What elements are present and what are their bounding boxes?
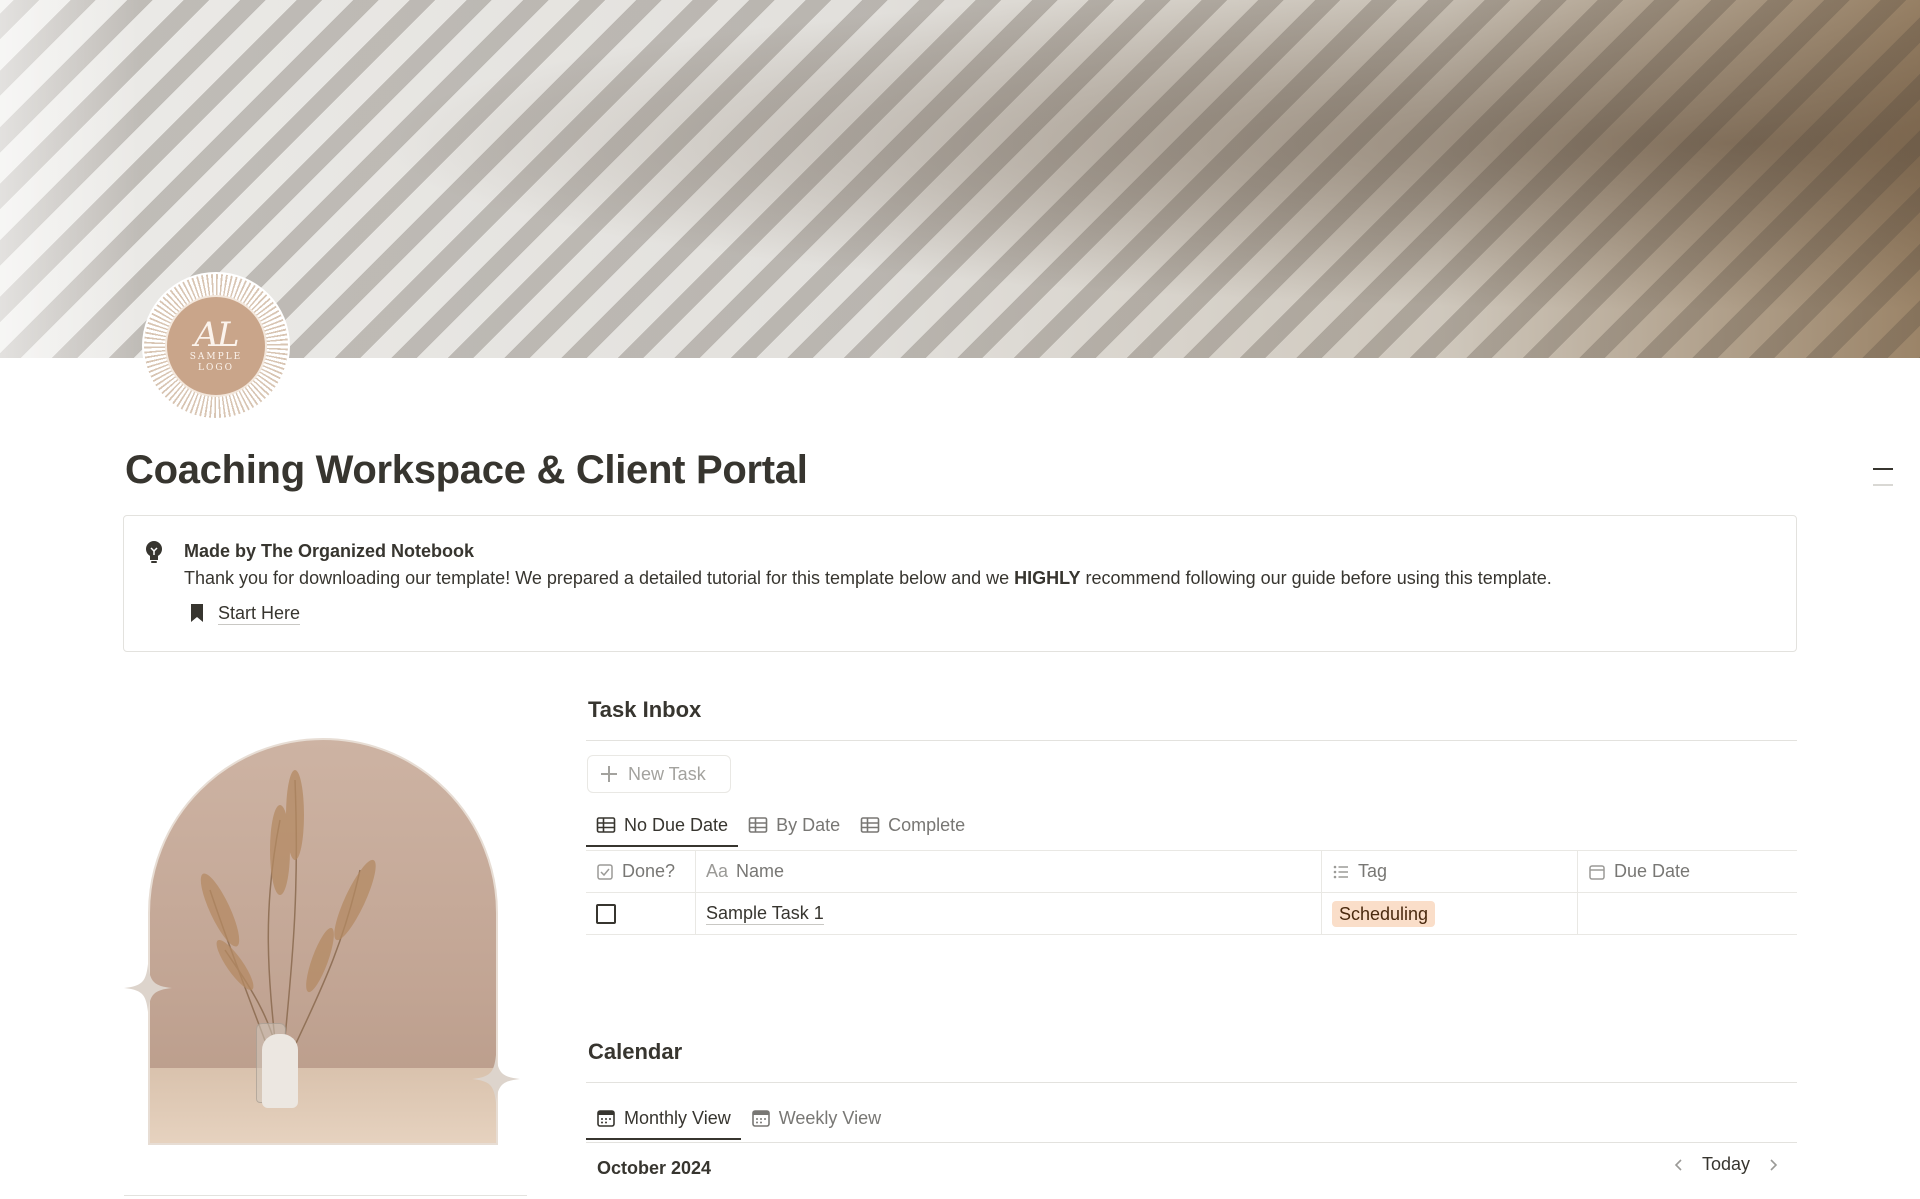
- lightbulb-icon: [146, 541, 162, 563]
- calendar-divider: [586, 1082, 1797, 1083]
- column-label: Tag: [1358, 861, 1388, 881]
- list-property-icon: [1333, 865, 1348, 878]
- calendar-month-label: October 2024: [597, 1158, 712, 1178]
- callout-text-end: recommend following our guide before usi…: [1080, 568, 1552, 588]
- task-inbox-view-tabs: No Due Date By Date Complete: [586, 805, 975, 847]
- tab-label: No Due Date: [624, 814, 729, 835]
- calendar-view-tabs: Monthly View Weekly View: [586, 1098, 891, 1140]
- calendar-navigation: Today: [1670, 1154, 1782, 1175]
- callout-block[interactable]: Made by The Organized Notebook Thank you…: [123, 515, 1797, 652]
- white-vase: [262, 1034, 298, 1108]
- toc-line: [1873, 484, 1893, 486]
- tab-no-due-date[interactable]: No Due Date: [586, 805, 739, 847]
- table-icon: [748, 817, 768, 833]
- plus-icon: [600, 765, 618, 783]
- chevron-right-icon[interactable]: [1764, 1156, 1782, 1174]
- text-property-icon: Aa: [706, 861, 729, 881]
- done-checkbox[interactable]: [596, 903, 616, 924]
- column-header-done[interactable]: Done?: [586, 851, 696, 892]
- due-date-cell[interactable]: [1578, 893, 1797, 934]
- logo-line-2: LOGO: [198, 363, 234, 373]
- column-header-name[interactable]: Aa Name: [696, 851, 1322, 892]
- tab-monthly-view[interactable]: Monthly View: [586, 1098, 741, 1140]
- logo-rays: AL SAMPLE LOGO: [144, 274, 288, 418]
- callout-text-emphasis: HIGHLY: [1014, 568, 1081, 588]
- tab-label: Weekly View: [778, 1107, 882, 1128]
- logo-badge: AL SAMPLE LOGO: [165, 295, 267, 397]
- name-cell[interactable]: Sample Task 1: [696, 893, 1322, 934]
- column-label: Done?: [622, 861, 676, 881]
- calendar-property-icon: [1589, 864, 1605, 880]
- tab-weekly-view[interactable]: Weekly View: [741, 1098, 891, 1138]
- tab-complete[interactable]: Complete: [850, 805, 975, 845]
- callout-text: Thank you for downloading our template! …: [184, 568, 1552, 589]
- calendar-tabs-divider: [586, 1142, 1797, 1143]
- tag-cell[interactable]: Scheduling: [1322, 893, 1578, 934]
- arch-floor: [150, 1068, 496, 1143]
- task-inbox-divider: [586, 740, 1797, 741]
- column-header-due-date[interactable]: Due Date: [1578, 851, 1797, 892]
- page-title[interactable]: Coaching Workspace & Client Portal: [125, 448, 808, 493]
- toc-line-active: [1873, 468, 1893, 470]
- column-label: Due Date: [1614, 861, 1691, 881]
- calendar-icon: [597, 1110, 615, 1127]
- task-inbox-table: Done? Aa Name Tag Due Date Sample Task 1…: [586, 850, 1797, 935]
- checkbox-property-icon: [597, 863, 613, 880]
- bookmark-icon: [191, 604, 203, 622]
- page-icon-logo[interactable]: AL SAMPLE LOGO: [142, 272, 290, 420]
- done-cell: [586, 893, 696, 934]
- tab-by-date[interactable]: By Date: [738, 805, 850, 845]
- start-here-link[interactable]: Start Here: [190, 600, 301, 626]
- table-of-contents-toggle[interactable]: [1873, 468, 1895, 496]
- calendar-icon: [751, 1110, 770, 1127]
- table-icon: [860, 817, 880, 833]
- start-here-label: Start Here: [218, 602, 301, 625]
- today-button[interactable]: Today: [1702, 1154, 1750, 1175]
- logo-monogram: AL: [194, 315, 239, 355]
- sparkle-icon: [472, 1055, 520, 1103]
- tag-pill: Scheduling: [1332, 900, 1436, 927]
- task-name[interactable]: Sample Task 1: [706, 902, 824, 925]
- left-column-divider: [124, 1195, 527, 1196]
- table-icon: [596, 817, 616, 833]
- tab-label: Monthly View: [624, 1107, 731, 1128]
- calendar-heading[interactable]: Calendar: [588, 1039, 682, 1065]
- sparkle-icon: [124, 964, 172, 1012]
- column-header-tag[interactable]: Tag: [1322, 851, 1578, 892]
- cover-light-shade: [0, 0, 140, 358]
- cover-image: [0, 0, 1920, 358]
- task-inbox-heading[interactable]: Task Inbox: [588, 697, 701, 723]
- new-task-button[interactable]: New Task: [587, 755, 731, 793]
- callout-title: Made by The Organized Notebook: [184, 541, 475, 561]
- chevron-left-icon[interactable]: [1670, 1156, 1688, 1174]
- cover-shadow-stripes: [0, 0, 1920, 358]
- tab-label: Complete: [888, 814, 966, 835]
- table-row[interactable]: Sample Task 1 Scheduling: [586, 893, 1797, 935]
- callout-text-start: Thank you for downloading our template! …: [184, 568, 1015, 588]
- tab-label: By Date: [776, 814, 841, 835]
- new-task-label: New Task: [628, 763, 706, 784]
- arch-decor-image: [148, 738, 498, 1145]
- table-header-row: Done? Aa Name Tag Due Date: [586, 851, 1797, 893]
- logo-line-1: SAMPLE: [189, 352, 243, 362]
- column-label: Name: [736, 861, 785, 881]
